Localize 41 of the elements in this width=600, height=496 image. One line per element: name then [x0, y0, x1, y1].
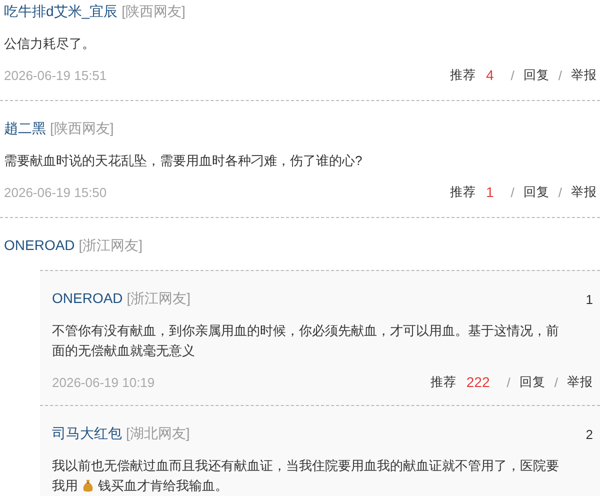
separator: / — [506, 374, 510, 390]
reply-link[interactable]: 回复 — [523, 66, 550, 84]
report-link[interactable]: 举报 — [571, 66, 597, 84]
floor-number: 2 — [586, 426, 593, 442]
region-label: [浙江网友] — [78, 237, 143, 253]
like-count: 4 — [486, 67, 494, 83]
username-link[interactable]: 吃牛排d艾米_宜辰 — [4, 3, 118, 19]
comment-text: 我用 — [52, 477, 78, 495]
separator: / — [510, 184, 514, 200]
separator: / — [510, 68, 514, 82]
report-link[interactable]: 举报 — [567, 374, 593, 390]
money-bag-icon — [81, 479, 95, 493]
comment-text: 公信力耗尽了。 — [4, 35, 95, 53]
comment-text: 需要献血时说的天花乱坠，需要用血时各种刁难，伤了谁的心? — [4, 152, 362, 170]
username-link[interactable]: 司马大红包 — [52, 425, 122, 441]
like-count: 1 — [486, 184, 494, 200]
reply-link[interactable]: 回复 — [519, 374, 546, 390]
timestamp: 2026-06-19 10:19 — [52, 374, 155, 390]
username-link[interactable]: ONEROAD — [4, 237, 75, 253]
timestamp: 2026-06-19 15:50 — [4, 184, 107, 200]
comment-text: 我以前也无偿献过血而且我还有献血证，当我住院要用血我的献血证就不管用了，医院要 — [52, 457, 559, 475]
username-link[interactable]: ONEROAD — [52, 290, 123, 306]
report-link[interactable]: 举报 — [571, 184, 597, 200]
like-count: 222 — [466, 374, 490, 390]
recommend-link[interactable]: 推荐 — [450, 66, 476, 84]
comment-text: 钱买血才肯给我输血。 — [98, 477, 228, 495]
region-label: [陕西网友] — [122, 3, 186, 19]
comment-text: 不管你有没有献血，到你亲属用血的时候，你必须先献血，才可以用血。基于这情况，前 — [52, 322, 559, 340]
region-label: [浙江网友] — [126, 290, 191, 306]
recommend-link[interactable]: 推荐 — [430, 374, 456, 390]
separator: / — [558, 68, 562, 82]
region-label: [湖北网友] — [126, 425, 190, 441]
timestamp: 2026-06-19 15:51 — [4, 68, 107, 82]
recommend-link[interactable]: 推荐 — [450, 184, 476, 200]
username-link[interactable]: 趙二黑 — [4, 120, 46, 136]
floor-number: 1 — [586, 292, 593, 306]
separator: / — [558, 184, 562, 200]
region-label: [陕西网友] — [50, 120, 114, 136]
comment-text: 面的无偿献血就毫无意义 — [52, 342, 195, 360]
separator: / — [554, 374, 558, 390]
reply-link[interactable]: 回复 — [523, 184, 550, 200]
